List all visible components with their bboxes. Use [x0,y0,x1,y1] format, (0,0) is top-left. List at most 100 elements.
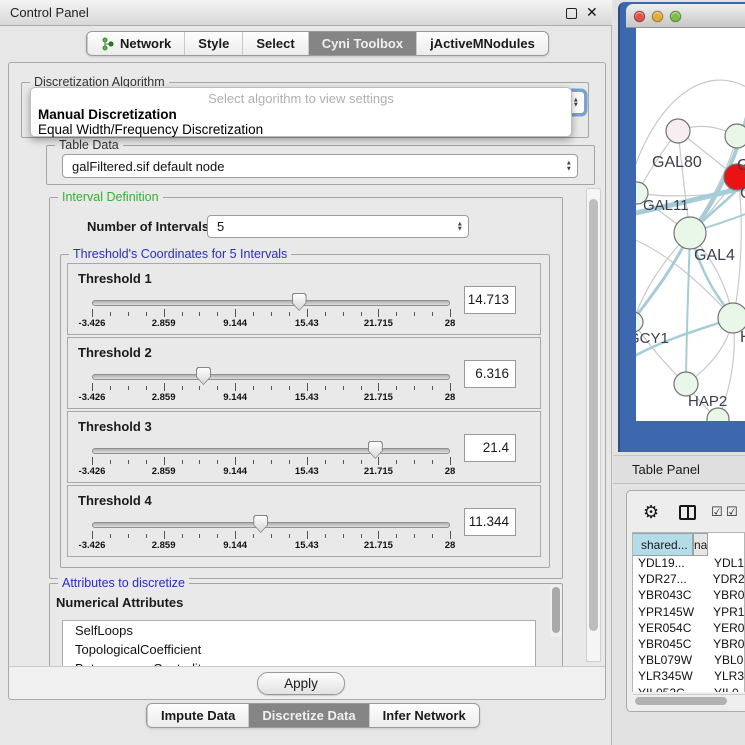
slider-track[interactable] [92,522,450,528]
tab-label: Discretize Data [262,708,355,723]
node-label: H [740,329,745,346]
threshold-value-field[interactable]: 11.344 [464,508,516,536]
node-gcy1[interactable] [636,312,643,332]
threshold-slider[interactable]: -3.4262.8599.14415.4321.71528 [92,292,450,332]
algorithm-dropdown-popup: Select algorithm to view settingsManual … [30,87,572,137]
column-header[interactable]: shared... [633,533,693,556]
interval-definition-group: Interval Definition Number of Intervals … [49,197,563,579]
table-horizontal-scrollbar[interactable] [633,694,745,707]
table-body: YDL19... YDL1 YDR27... YDR2 YBR043C YBR0… [633,556,744,692]
minimize-traffic-light[interactable] [652,11,663,22]
threshold-label: Threshold 3 [78,419,152,434]
threshold-value-field[interactable]: 6.316 [464,360,516,388]
combo-arrows-icon: ▲▼ [573,97,579,108]
float-window-icon[interactable] [566,8,577,19]
slider-ticks [92,531,450,540]
panel-scrollbar[interactable] [586,188,601,662]
algorithm-option[interactable]: Equal Width/Frequency Discretization [31,122,571,137]
num-intervals-combobox[interactable]: 5 ▲▼ [207,215,469,238]
close-traffic-light[interactable] [634,11,645,22]
node-gal4[interactable] [674,217,706,249]
tab[interactable]: Network [87,32,184,55]
apply-button[interactable]: Apply [257,672,345,695]
threshold-slider[interactable]: -3.4262.8599.14415.4321.71528 [92,366,450,406]
cyni-mode-tabs: Impute Data Discretize Data Infer Networ… [146,703,480,728]
tab[interactable]: Select [242,32,307,55]
network-window-titlebar[interactable] [626,4,745,28]
table-data-value: galFiltered.sif default node [72,159,224,174]
table-row[interactable]: YDL19... YDL1 [633,556,744,572]
table-row[interactable]: YPR145W YPR1 [633,605,744,621]
threshold-slider[interactable]: -3.4262.8599.14415.4321.71528 [92,440,450,480]
control-panel-titlebar: Control Panel [0,0,612,26]
threshold-coords-group: Threshold's Coordinates for 5 Intervals … [60,254,550,568]
table-row[interactable]: YBR045C YBR0 [633,637,744,653]
num-intervals-label: Number of Intervals [87,219,209,234]
threshold-panel: Threshold 3 -3.4262.8599.14415.4321.7152… [67,411,541,483]
combo-arrows-icon: ▲▼ [457,221,463,232]
node-top-right[interactable] [725,124,745,148]
algorithm-option[interactable]: Manual Discretization [31,107,571,122]
table-header: shared... na [633,533,744,556]
slider-ticks [92,457,450,466]
zoom-traffic-light[interactable] [670,11,681,22]
checkbox-icon[interactable]: ☑ [726,504,738,520]
table-row[interactable]: YER054C YER0 [633,621,744,637]
column-layout-icon[interactable] [679,505,696,520]
close-icon[interactable]: ✕ [586,4,598,21]
threshold-panel: Threshold 2 -3.4262.8599.14415.4321.7152… [67,337,541,409]
slider-scale-labels: -3.4262.8599.14415.4321.71528 [92,318,450,330]
threshold-coords-title: Threshold's Coordinates for 5 Intervals [69,247,291,261]
checkbox-icon[interactable]: ☑ [711,504,723,520]
attribute-item[interactable]: SelfLoops [63,621,535,640]
num-intervals-value: 5 [217,219,224,234]
table-row[interactable]: YLR345W YLR3 [633,669,744,685]
slider-scale-labels: -3.4262.8599.14415.4321.71528 [92,540,450,552]
threshold-label: Threshold 2 [78,345,152,360]
panel-title: Control Panel [10,5,89,20]
table-panel-titlebar: Table Panel [613,455,745,484]
slider-ticks [92,383,450,392]
network-canvas[interactable]: GAL80 G. C GAL11 GAL4 GCY1 H HAP2 [636,28,745,421]
table-row[interactable]: YBR043C YBR0 [633,588,744,604]
slider-track[interactable] [92,374,450,380]
node-gal80[interactable] [666,119,690,143]
tab[interactable]: Style [184,32,242,55]
numerical-attributes-label: Numerical Attributes [56,595,183,610]
tab-label: Infer Network [383,708,466,723]
threshold-label: Threshold 4 [78,493,152,508]
slider-track[interactable] [92,448,450,454]
threshold-value-field[interactable]: 21.4 [464,434,516,462]
tab[interactable]: Impute Data [147,704,248,727]
attribute-item[interactable]: TopologicalCoefficient [63,640,535,659]
combo-arrows-icon: ▲▼ [566,161,572,172]
table-row[interactable]: YIL052C YIL0 [633,686,744,693]
node-label: HAP2 [688,393,727,410]
attributes-list-scrollbar[interactable] [550,585,561,637]
slider-scale-labels: -3.4262.8599.14415.4321.71528 [92,466,450,478]
table-row[interactable]: YBL079W YBL0 [633,653,744,669]
gear-icon[interactable]: ⚙ [643,502,659,522]
threshold-value-field[interactable]: 14.713 [464,286,516,314]
tab[interactable]: Discretize Data [248,704,368,727]
node-label: GAL4 [694,247,735,264]
tab-label: Impute Data [161,708,235,723]
table-row[interactable]: YDR27... YDR2 [633,572,744,588]
node-label: GCY1 [636,330,669,347]
network-icon [101,37,115,51]
tab[interactable]: Cyni Toolbox [308,32,416,55]
column-header[interactable]: na [693,533,708,556]
tab-label: jActiveMNodules [430,36,535,51]
threshold-slider[interactable]: -3.4262.8599.14415.4321.71528 [92,514,450,554]
table-data-combobox[interactable]: galFiltered.sif default node ▲▼ [62,154,578,178]
slider-track[interactable] [92,300,450,306]
threshold-panel: Threshold 4 -3.4262.8599.14415.4321.7152… [67,485,541,557]
tab-label: Style [198,36,229,51]
slider-ticks [92,309,450,318]
node-label: GAL11 [643,197,689,214]
tab-label: Network [120,36,171,51]
control-panel-tabs: Network Style [86,31,549,56]
tab[interactable]: jActiveMNodules [416,32,548,55]
tab[interactable]: Infer Network [369,704,479,727]
node-table: shared... na YDL19... YDL1 YDR27... YDR2… [632,532,745,692]
